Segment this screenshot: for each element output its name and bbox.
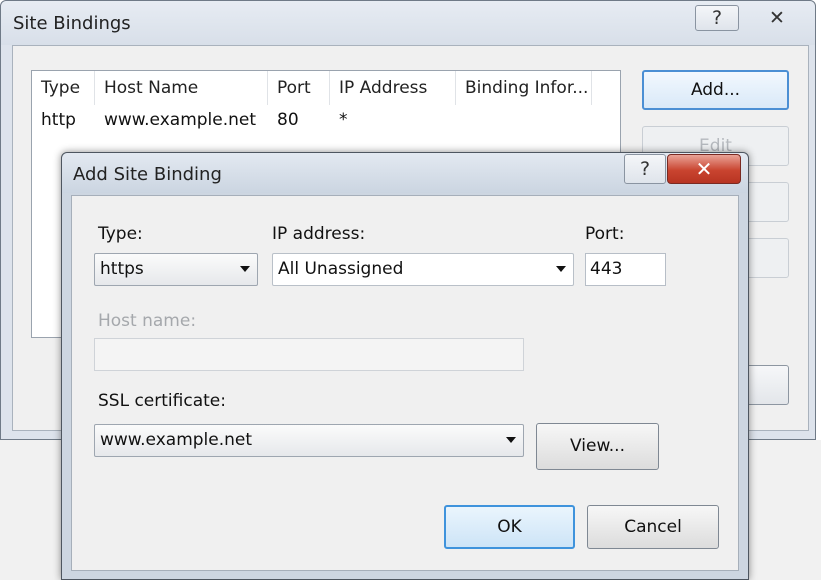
cell-host-name: www.example.net <box>104 110 257 130</box>
port-field[interactable]: 443 <box>585 253 666 286</box>
ip-address-label: IP address: <box>272 224 366 244</box>
port-value: 443 <box>590 259 623 279</box>
type-label: Type: <box>98 224 143 244</box>
ip-address-value: All Unassigned <box>278 259 404 279</box>
chevron-down-icon <box>556 266 566 272</box>
cell-ip-address: * <box>339 110 348 130</box>
add-button[interactable]: Add... <box>642 70 789 110</box>
close-icon: ✕ <box>769 7 785 29</box>
port-label: Port: <box>585 224 625 244</box>
column-header-ip-address[interactable]: IP Address <box>330 71 456 105</box>
bindings-list-header: Type Host Name Port IP Address Binding I… <box>32 71 620 105</box>
ssl-certificate-label: SSL certificate: <box>98 391 226 411</box>
host-name-field[interactable] <box>94 338 524 371</box>
ssl-certificate-dropdown[interactable]: www.example.net <box>94 424 524 457</box>
close-icon: ✕ <box>695 157 713 181</box>
chevron-down-icon <box>506 437 516 443</box>
ip-address-dropdown[interactable]: All Unassigned <box>272 253 574 286</box>
help-button[interactable]: ? <box>695 5 739 31</box>
site-bindings-title: Site Bindings <box>13 13 131 34</box>
add-site-binding-dialog: Add Site Binding ? ✕ Type: https IP addr… <box>61 152 749 580</box>
ssl-certificate-value: www.example.net <box>100 430 253 450</box>
type-dropdown[interactable]: https <box>94 253 258 286</box>
dialog-help-button[interactable]: ? <box>624 154 666 184</box>
site-bindings-titlebar[interactable]: Site Bindings ? ✕ <box>1 1 815 45</box>
add-site-binding-client: Type: https IP address: All Unassigned P… <box>71 195 739 571</box>
column-header-binding-info[interactable]: Binding Infor... <box>456 71 592 105</box>
host-name-label: Host name: <box>98 311 197 331</box>
column-header-host-name[interactable]: Host Name <box>95 71 268 105</box>
ok-button[interactable]: OK <box>444 505 575 549</box>
cell-port: 80 <box>277 110 299 130</box>
add-site-binding-title: Add Site Binding <box>73 164 222 185</box>
view-certificate-button[interactable]: View... <box>536 423 659 470</box>
type-value: https <box>100 259 144 279</box>
column-header-port[interactable]: Port <box>268 71 330 105</box>
chevron-down-icon <box>240 266 250 272</box>
table-row[interactable]: http www.example.net 80 * <box>32 105 620 135</box>
help-icon: ? <box>711 7 723 29</box>
add-site-binding-titlebar[interactable]: Add Site Binding ? ✕ <box>62 153 748 193</box>
dialog-close-button[interactable]: ✕ <box>667 154 741 184</box>
cancel-button[interactable]: Cancel <box>587 505 719 549</box>
close-button[interactable]: ✕ <box>747 5 807 31</box>
help-icon: ? <box>639 158 651 180</box>
column-header-type[interactable]: Type <box>32 71 95 105</box>
cell-type: http <box>41 110 76 130</box>
